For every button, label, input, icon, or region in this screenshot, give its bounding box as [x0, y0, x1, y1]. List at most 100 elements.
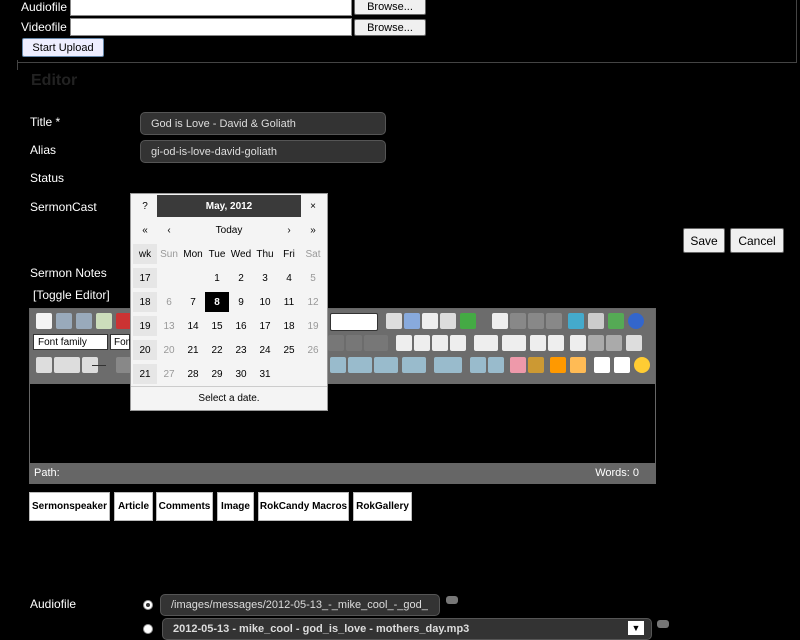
- redo-icon[interactable]: [76, 313, 92, 329]
- editor-button-article[interactable]: Article: [114, 492, 153, 521]
- calendar-help-button[interactable]: ?: [133, 196, 157, 216]
- calendar-prev-month[interactable]: ‹: [157, 220, 181, 240]
- calendar-day[interactable]: 31: [253, 364, 277, 384]
- date-picker-calendar[interactable]: ? May, 2012 × « ‹ Today › » wk Sun Mon Tue W…: [130, 193, 328, 411]
- calendar-day[interactable]: 16: [229, 316, 253, 336]
- horizontal-rule-icon[interactable]: [92, 365, 106, 366]
- insert-row-icon[interactable]: [330, 357, 346, 373]
- calendar-next-year[interactable]: »: [301, 220, 325, 240]
- calendar-day[interactable]: 3: [253, 268, 277, 288]
- editor-button-rokgallery[interactable]: RokGallery: [353, 492, 412, 521]
- paste-icon[interactable]: [96, 313, 112, 329]
- unlink-icon[interactable]: [606, 335, 622, 351]
- calendar-day[interactable]: 10: [253, 292, 277, 312]
- audiofile-path-input[interactable]: /images/messages/2012-05-13_-_mike_cool_…: [160, 594, 440, 616]
- calendar-day[interactable]: 25: [277, 340, 301, 360]
- calendar-day[interactable]: 19: [301, 316, 325, 336]
- template-icon[interactable]: [510, 313, 526, 329]
- table-icon[interactable]: [36, 357, 52, 373]
- audiofile-select[interactable]: 2012-05-13 - mike_cool - god_is_love - m…: [162, 618, 652, 640]
- align-justify-icon[interactable]: [450, 335, 466, 351]
- calendar-day[interactable]: 27: [157, 364, 181, 384]
- rich-text-editor[interactable]: Font family Font Path: Words: 0: [29, 308, 656, 484]
- toggle-editor-link[interactable]: [Toggle Editor]: [33, 288, 110, 302]
- paste-text-icon[interactable]: [404, 313, 420, 329]
- numbered-list-icon[interactable]: [474, 335, 498, 351]
- insert-page-break-icon[interactable]: [492, 313, 508, 329]
- calendar-day[interactable]: 23: [229, 340, 253, 360]
- calendar-selected-day[interactable]: 8: [205, 292, 229, 312]
- calendar-day[interactable]: 2: [229, 268, 253, 288]
- save-icon[interactable]: [626, 335, 642, 351]
- undo-icon[interactable]: [56, 313, 72, 329]
- outdent-icon[interactable]: [530, 335, 546, 351]
- chevron-down-icon[interactable]: ▼: [628, 621, 644, 635]
- calendar-day[interactable]: 21: [181, 340, 205, 360]
- editor-button-comments[interactable]: Comments: [156, 492, 213, 521]
- calendar-day[interactable]: 7: [181, 292, 205, 312]
- delete-row-icon[interactable]: [402, 357, 426, 373]
- indent-icon[interactable]: [548, 335, 564, 351]
- new-document-icon[interactable]: [36, 313, 52, 329]
- calendar-day[interactable]: 15: [205, 316, 229, 336]
- merge-cells-icon[interactable]: [348, 357, 372, 373]
- cancel-button[interactable]: Cancel: [730, 228, 784, 253]
- split-cells-icon[interactable]: [374, 357, 398, 373]
- delete-col-icon[interactable]: [434, 357, 462, 373]
- clean-up-icon[interactable]: [528, 357, 544, 373]
- help-icon[interactable]: [628, 313, 644, 329]
- calendar-day[interactable]: 6: [157, 292, 181, 312]
- calendar-day[interactable]: 20: [157, 340, 181, 360]
- title-input[interactable]: God is Love - David & Goliath: [140, 112, 386, 135]
- insert-image-icon[interactable]: [570, 335, 586, 351]
- bullet-list-icon[interactable]: [502, 335, 526, 351]
- calendar-today-button[interactable]: Today: [181, 220, 277, 240]
- calendar-day[interactable]: 28: [181, 364, 205, 384]
- quote-icon[interactable]: [614, 357, 630, 373]
- editor-button-rokcandy-macros[interactable]: RokCandy Macros: [258, 492, 349, 521]
- calendar-day[interactable]: 26: [301, 340, 325, 360]
- visual-aid-icon[interactable]: [570, 357, 586, 373]
- insert-link-icon[interactable]: [588, 335, 604, 351]
- audiofile-select-clear-icon[interactable]: [657, 620, 669, 628]
- calendar-day[interactable]: 11: [277, 292, 301, 312]
- layer-icon[interactable]: [470, 357, 486, 373]
- calendar-day[interactable]: 5: [301, 268, 325, 288]
- videofile-upload-input[interactable]: [70, 18, 352, 36]
- print-icon[interactable]: [588, 313, 604, 329]
- absolute-icon[interactable]: [488, 357, 504, 373]
- spellcheck-icon[interactable]: [460, 313, 476, 329]
- emotion-icon[interactable]: [634, 357, 650, 373]
- audiofile-path-radio[interactable]: [143, 600, 153, 610]
- calendar-day[interactable]: 1: [205, 268, 229, 288]
- font-size-select[interactable]: Font: [110, 334, 134, 350]
- save-button[interactable]: Save: [683, 228, 725, 253]
- align-left-icon[interactable]: [396, 335, 412, 351]
- font-size-decrease-icon[interactable]: [328, 335, 344, 351]
- fullscreen-icon[interactable]: [608, 313, 624, 329]
- show-blocks-icon[interactable]: [550, 357, 566, 373]
- alias-input[interactable]: gi-od-is-love-david-goliath: [140, 140, 386, 163]
- calendar-day[interactable]: 12: [301, 292, 325, 312]
- videofile-browse-button[interactable]: Browse...: [354, 19, 426, 36]
- font-size-increase-icon[interactable]: [346, 335, 362, 351]
- start-upload-button[interactable]: Start Upload: [22, 38, 104, 57]
- calendar-day[interactable]: 9: [229, 292, 253, 312]
- text-color-icon[interactable]: [364, 335, 388, 351]
- audiofile-select-radio[interactable]: [143, 624, 153, 634]
- preview-icon[interactable]: [568, 313, 584, 329]
- calendar-day[interactable]: 29: [205, 364, 229, 384]
- copy-icon[interactable]: [386, 313, 402, 329]
- special-char-icon[interactable]: [594, 357, 610, 373]
- editor-button-image[interactable]: Image: [217, 492, 254, 521]
- align-center-icon[interactable]: [414, 335, 430, 351]
- paste-word-icon[interactable]: [422, 313, 438, 329]
- calendar-day[interactable]: 13: [157, 316, 181, 336]
- calendar-prev-year[interactable]: «: [133, 220, 157, 240]
- calendar-day[interactable]: 17: [253, 316, 277, 336]
- calendar-day[interactable]: 22: [205, 340, 229, 360]
- find-icon[interactable]: [440, 313, 456, 329]
- font-family-select[interactable]: Font family: [33, 334, 108, 350]
- attribs-icon[interactable]: [546, 313, 562, 329]
- calendar-day[interactable]: 18: [277, 316, 301, 336]
